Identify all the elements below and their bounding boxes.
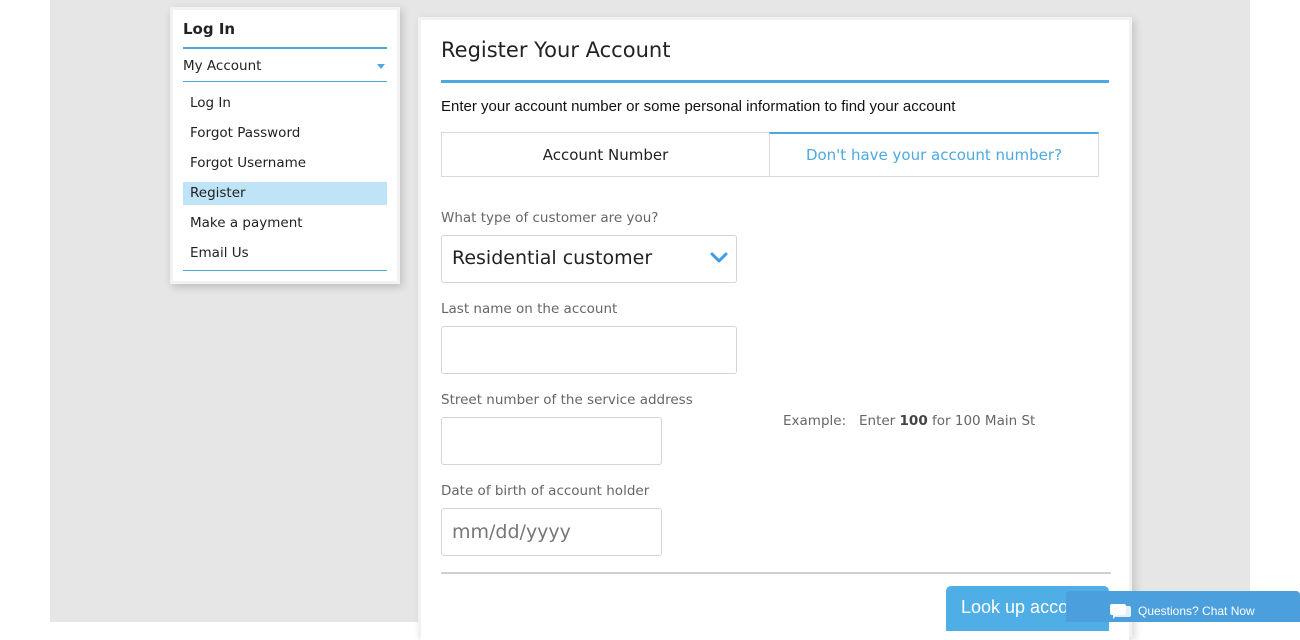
dob-label: Date of birth of account holder [441, 483, 650, 499]
page-title: Register Your Account [441, 38, 671, 62]
lookup-tabs: Account Number Don't have your account n… [441, 132, 1099, 178]
dob-placeholder: mm/dd/yyyy [452, 521, 571, 543]
my-account-toggle[interactable]: My Account [183, 58, 261, 74]
dob-input[interactable]: mm/dd/yyyy [441, 508, 662, 556]
customer-type-select[interactable]: Residential customer [441, 235, 737, 283]
tab-account-number[interactable]: Account Number [441, 132, 770, 177]
divider [183, 47, 387, 49]
title-underline [441, 80, 1109, 83]
sidebar-title: Log In [183, 20, 236, 38]
sidebar: Log In My Account Log In Forgot Password… [170, 7, 400, 284]
divider [183, 270, 387, 271]
street-number-label: Street number of the service address [441, 392, 693, 408]
last-name-label: Last name on the account [441, 301, 618, 317]
divider [441, 572, 1111, 574]
sidebar-item-email-us[interactable]: Email Us [183, 242, 387, 265]
sidebar-item-make-payment[interactable]: Make a payment [183, 212, 387, 235]
divider [183, 81, 387, 82]
street-number-input[interactable] [441, 417, 662, 465]
intro-text: Enter your account number or some person… [441, 98, 956, 115]
chat-now-button[interactable]: Questions? Chat Now [1066, 591, 1300, 622]
sidebar-item-log-in[interactable]: Log In [183, 92, 387, 115]
chat-label: Questions? Chat Now [1138, 604, 1255, 618]
caret-down-icon[interactable] [377, 64, 385, 69]
sidebar-item-register[interactable]: Register [183, 182, 387, 205]
customer-type-label: What type of customer are you? [441, 210, 659, 226]
tab-no-account-number[interactable]: Don't have your account number? [769, 132, 1099, 177]
sidebar-item-forgot-password[interactable]: Forgot Password [183, 122, 387, 145]
last-name-input[interactable] [441, 326, 737, 374]
sidebar-item-forgot-username[interactable]: Forgot Username [183, 152, 387, 175]
customer-type-value: Residential customer [452, 247, 653, 269]
register-panel: Register Your Account Enter your account… [418, 17, 1132, 640]
chevron-down-icon [710, 252, 728, 263]
chat-bubbles-icon [1110, 604, 1131, 619]
sidebar-menu: Log In Forgot Password Forgot Username R… [183, 92, 387, 272]
street-number-example: Example: Enter 100 for 100 Main St [783, 413, 1036, 429]
